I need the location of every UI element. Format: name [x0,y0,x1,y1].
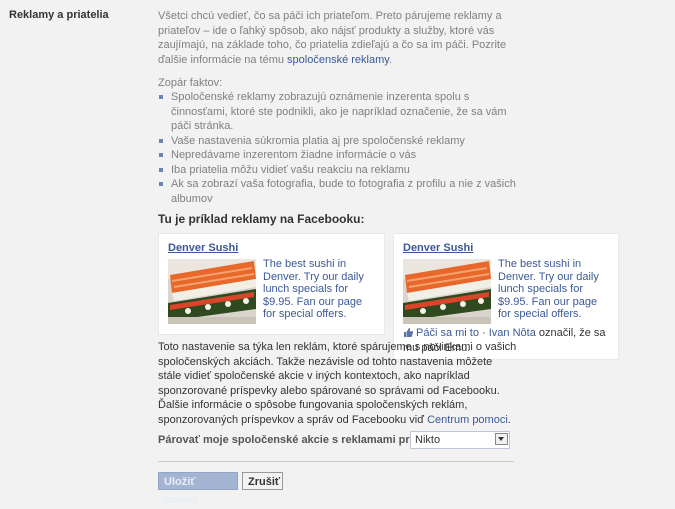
fact-item: Spoločenské reklamy zobrazujú oznámenie … [158,90,518,134]
save-button[interactable]: Uložiť zmeny [158,472,238,506]
intro-end: . [388,53,393,66]
explanation-paragraph: Toto nastavenie sa týka len reklám, ktor… [158,340,518,427]
ad-body[interactable]: The best sushi in Denver. Try our daily … [263,258,375,321]
divider [158,461,514,462]
facts-list: Spoločenské reklamy zobrazujú oznámenie … [158,90,518,206]
social-ads-link[interactable]: spoločenské reklamy [287,54,389,66]
pairing-setting: Párovať moje spoločenské akcie s reklama… [158,431,510,449]
social-separator: · [478,327,489,339]
pairing-audience-select[interactable]: Nikto [410,431,510,449]
explanation-end: . [507,413,511,426]
settings-content: Všetci chcú vedieť, čo sa páči ich priat… [158,9,619,360]
pairing-selected-value: Nikto [415,434,441,446]
intro-paragraph: Všetci chcú vedieť, čo sa páči ich priat… [158,9,518,67]
sushi-image[interactable] [168,259,256,324]
cancel-button[interactable]: Zrušiť [242,472,283,490]
sushi-image[interactable] [403,259,491,324]
ad-title[interactable]: Denver Sushi [168,242,238,254]
section-title: Reklamy a priatelia [9,9,109,21]
like-link[interactable]: Páči sa mi to [416,327,479,339]
friend-name-link[interactable]: Ivan Nôta [489,327,536,339]
ad-body[interactable]: The best sushi in Denver. Try our daily … [498,258,610,321]
help-center-link[interactable]: Centrum pomoci [427,414,508,426]
ad-title[interactable]: Denver Sushi [403,242,473,254]
fact-item: Ak sa zobrazí vaša fotografia, bude to f… [158,177,518,206]
fact-item: Vaše nastavenia súkromia platia aj pre s… [158,134,518,149]
chevron-down-icon[interactable] [495,433,508,445]
fact-item: Iba priatelia môžu vidieť vašu reakciu n… [158,163,518,178]
example-ad-plain: Denver Sushi The best sushi in Denver. T… [158,233,385,335]
example-heading: Tu je príklad reklamy na Facebooku: [158,212,365,226]
pairing-label: Párovať moje spoločenské akcie s reklama… [158,434,416,446]
facts-heading: Zopár faktov: [158,77,223,89]
fact-item: Nepredávame inzerentom žiadne informácie… [158,148,518,163]
